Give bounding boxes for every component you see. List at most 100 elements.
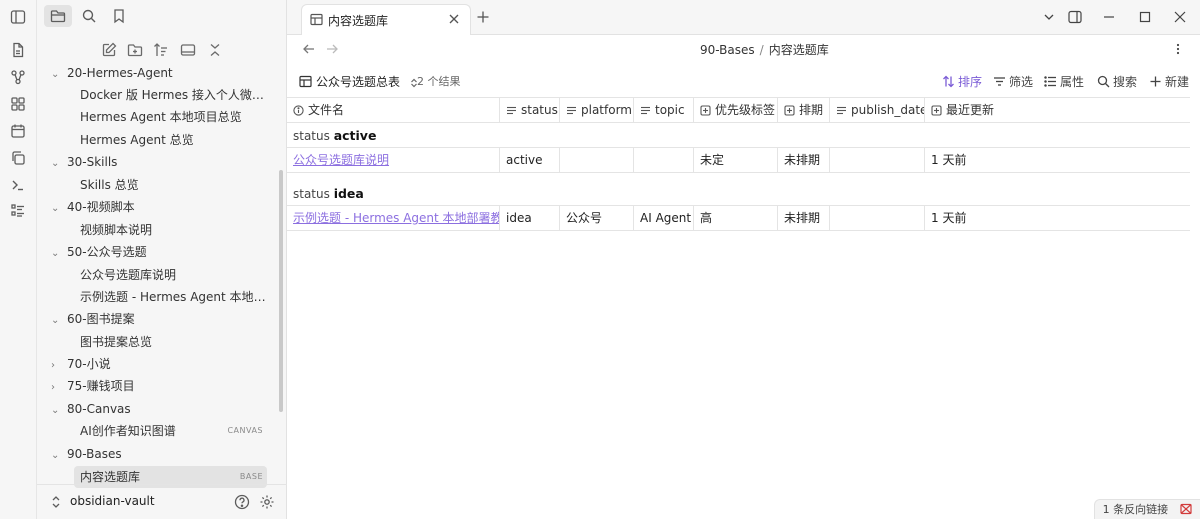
folder-label: 20-Hermes-Agent — [67, 66, 173, 80]
sort-button[interactable]: 排序 — [942, 73, 982, 90]
folder-50-wechat-topics[interactable]: ⌄ 50-公众号选题 — [51, 241, 147, 263]
cell-status[interactable]: active — [500, 148, 560, 173]
column-header-priority-tag[interactable]: 优先级标签 — [694, 98, 778, 123]
gear-icon[interactable] — [259, 494, 275, 510]
sidebar-scrollbar[interactable] — [279, 170, 283, 412]
more-options-icon[interactable] — [1171, 42, 1185, 56]
arrow-left-icon[interactable] — [302, 42, 316, 56]
column-label: publish_date — [851, 103, 925, 117]
sort-icon[interactable] — [153, 42, 169, 58]
file-item[interactable]: 公众号选题库说明 — [80, 264, 267, 286]
search-icon[interactable] — [81, 8, 97, 24]
collapse-all-icon[interactable] — [180, 42, 196, 58]
window-close-icon[interactable] — [1173, 10, 1187, 24]
column-header-status[interactable]: status — [500, 98, 560, 123]
folder-70-novels[interactable]: › 70-小说 — [51, 353, 111, 375]
help-icon[interactable] — [234, 494, 250, 510]
cell-topic[interactable] — [634, 148, 694, 173]
folder-icon[interactable] — [50, 8, 66, 24]
view-name: 公众号选题总表 — [316, 75, 401, 89]
chevrons-icon[interactable] — [207, 42, 223, 58]
text-icon — [640, 105, 651, 116]
new-button[interactable]: 新建 — [1149, 73, 1189, 90]
new-note-icon[interactable] — [101, 42, 117, 58]
file-item[interactable]: Hermes Agent 本地项目总览 — [80, 106, 267, 128]
cell-platform[interactable] — [560, 148, 634, 173]
list-icon — [1044, 75, 1057, 88]
folder-label: 75-赚钱项目 — [67, 379, 135, 393]
file-item[interactable]: Hermes Agent 总览 — [80, 129, 267, 151]
close-icon[interactable] — [448, 13, 460, 25]
file-item[interactable]: AI创作者知识图谱 CANVAS — [80, 420, 267, 442]
cell-priority-tag[interactable]: 未定 — [694, 148, 778, 173]
file-item[interactable]: 视频脚本说明 — [80, 219, 267, 241]
cell-topic[interactable]: AI Agent — [634, 206, 694, 231]
chevron-updown-icon[interactable] — [48, 494, 64, 510]
folder-40-video-scripts[interactable]: ⌄ 40-视频脚本 — [51, 196, 135, 218]
chevron-down-icon: ⌄ — [51, 315, 60, 326]
column-label: 排期 — [799, 103, 824, 117]
blocks-icon[interactable] — [10, 96, 26, 112]
file-item[interactable]: 示例选题 - Hermes Agent 本地部... — [80, 286, 267, 308]
search-icon — [1097, 75, 1110, 88]
folder-80-canvas[interactable]: ⌄ 80-Canvas — [51, 398, 131, 420]
calendar-icon[interactable] — [10, 123, 26, 139]
cell-filename-link[interactable]: 示例选题 - Hermes Agent 本地部署教程 — [287, 206, 500, 231]
new-tab-icon[interactable] — [476, 10, 490, 24]
sync-error-icon[interactable] — [1180, 503, 1192, 515]
backlinks-count[interactable]: 1 条反向链接 — [1103, 500, 1169, 519]
group-header-idea: status idea — [287, 181, 1190, 206]
column-header-last-updated[interactable]: 最近更新 — [925, 98, 1190, 123]
vault-name[interactable]: obsidian-vault — [70, 494, 155, 508]
minimize-icon[interactable] — [1102, 10, 1116, 24]
cell-schedule[interactable]: 未排期 — [778, 148, 830, 173]
cell-filename-link[interactable]: 公众号选题库说明 — [287, 148, 500, 173]
cell-status[interactable]: idea — [500, 206, 560, 231]
arrow-right-icon[interactable] — [325, 42, 339, 56]
cell-publish-date[interactable] — [830, 148, 925, 173]
terminal-icon[interactable] — [10, 177, 26, 193]
ribbon — [0, 0, 37, 519]
search-button[interactable]: 搜索 — [1097, 73, 1137, 90]
vault-switcher[interactable]: obsidian-vault — [37, 484, 287, 519]
column-header-filename[interactable]: 文件名 — [287, 98, 500, 123]
column-header-topic[interactable]: topic — [634, 98, 694, 123]
file-label: Skills 总览 — [80, 178, 139, 192]
cell-platform[interactable]: 公众号 — [560, 206, 634, 231]
graph-icon[interactable] — [10, 69, 26, 85]
folder-20-hermes-agent[interactable]: ⌄ 20-Hermes-Agent — [51, 62, 173, 84]
cell-publish-date[interactable] — [830, 206, 925, 231]
list-icon[interactable] — [10, 203, 26, 219]
file-item[interactable]: Docker 版 Hermes 接入个人微信... — [80, 84, 267, 106]
table-icon — [299, 75, 312, 88]
column-header-schedule[interactable]: 排期 — [778, 98, 830, 123]
folder-90-bases[interactable]: ⌄ 90-Bases — [51, 443, 122, 465]
tab-list-chevron-down-icon[interactable] — [1042, 10, 1056, 24]
new-folder-icon[interactable] — [127, 42, 143, 58]
breadcrumb: 90-Bases / 内容选题库 — [700, 41, 829, 58]
file-icon[interactable] — [10, 42, 26, 58]
cell-schedule[interactable]: 未排期 — [778, 206, 830, 231]
column-header-publish-date[interactable]: publish_date — [830, 98, 925, 123]
bookmark-icon[interactable] — [111, 8, 127, 24]
sidebar-toggle-icon[interactable] — [10, 9, 26, 25]
breadcrumb-file[interactable]: 内容选题库 — [769, 43, 829, 57]
folder-60-book-proposals[interactable]: ⌄ 60-图书提案 — [51, 308, 135, 330]
folder-30-skills[interactable]: ⌄ 30-Skills — [51, 151, 117, 173]
tab-content-library[interactable]: 内容选题库 — [301, 4, 471, 35]
copy-icon[interactable] — [10, 150, 26, 166]
maximize-icon[interactable] — [1138, 10, 1152, 24]
properties-button[interactable]: 属性 — [1044, 73, 1084, 90]
file-item[interactable]: Skills 总览 — [80, 174, 267, 196]
file-item[interactable]: 图书提案总览 — [80, 331, 267, 353]
properties-label: 属性 — [1060, 75, 1085, 89]
breadcrumb-folder[interactable]: 90-Bases — [700, 43, 755, 57]
file-label: 示例选题 - Hermes Agent 本地部... — [80, 290, 267, 304]
group-prefix: status — [293, 187, 330, 201]
view-selector[interactable]: 公众号选题总表 — [299, 73, 423, 90]
filter-button[interactable]: 筛选 — [993, 73, 1033, 90]
cell-priority-tag[interactable]: 高 — [694, 206, 778, 231]
right-sidebar-toggle-icon[interactable] — [1068, 10, 1082, 24]
folder-75-money-projects[interactable]: › 75-赚钱项目 — [51, 375, 135, 397]
column-header-platform[interactable]: platform — [560, 98, 634, 123]
